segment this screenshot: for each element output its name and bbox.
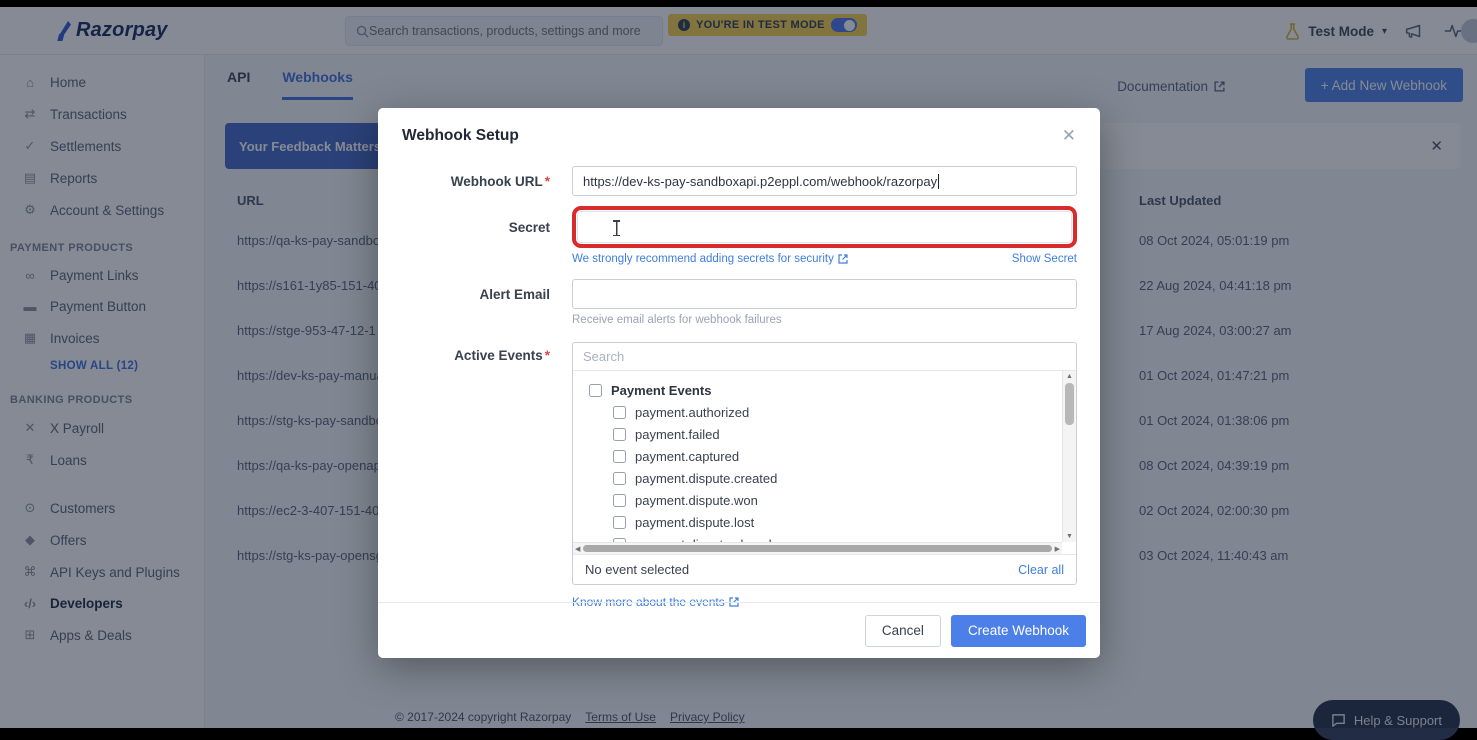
scroll-left-arrow[interactable]: ◀	[575, 545, 580, 553]
active-events-label: Active Events*	[378, 348, 550, 363]
event-item[interactable]: payment.captured	[589, 445, 1062, 467]
event-item[interactable]: payment.dispute.lost	[589, 511, 1062, 533]
event-label: payment.dispute.lost	[635, 515, 754, 530]
show-secret-link[interactable]: Show Secret	[1012, 253, 1077, 265]
ibeam-cursor	[612, 220, 621, 236]
secret-row: Secret	[378, 206, 1100, 248]
webhook-url-input[interactable]: https://dev-ks-pay-sandboxapi.p2eppl.com…	[572, 166, 1077, 196]
scroll-up-arrow[interactable]: ▲	[1063, 373, 1076, 380]
external-link-icon	[838, 254, 848, 264]
checkbox[interactable]	[613, 494, 626, 507]
required-mark: *	[545, 348, 550, 363]
required-mark: *	[545, 174, 550, 189]
scrollbar-thumb[interactable]	[583, 545, 1052, 552]
vertical-scrollbar[interactable]: ▲▼	[1062, 371, 1076, 542]
secret-label: Secret	[378, 220, 550, 235]
webhook-url-row: Webhook URL* https://dev-ks-pay-sandboxa…	[378, 166, 1100, 196]
secret-highlight-ring	[572, 206, 1077, 248]
secret-security-text: We strongly recommend adding secrets for…	[572, 253, 834, 265]
event-item[interactable]: payment.authorized	[589, 401, 1062, 423]
events-search-input[interactable]	[583, 349, 1066, 364]
event-item[interactable]: payment.dispute.closed	[589, 533, 1062, 542]
secret-security-link[interactable]: We strongly recommend adding secrets for…	[572, 253, 848, 265]
event-label: payment.authorized	[635, 405, 749, 420]
checkbox[interactable]	[589, 384, 602, 397]
close-icon[interactable]: ✕	[1062, 126, 1076, 146]
cancel-button[interactable]: Cancel	[865, 615, 941, 647]
alert-email-input[interactable]	[572, 279, 1077, 309]
alert-email-field[interactable]	[583, 287, 1066, 302]
scroll-right-arrow[interactable]: ▶	[1055, 545, 1060, 553]
webhook-url-value: https://dev-ks-pay-sandboxapi.p2eppl.com…	[583, 174, 937, 189]
checkbox[interactable]	[613, 516, 626, 529]
clear-all-link[interactable]: Clear all	[1018, 563, 1064, 577]
alert-email-helper: Receive email alerts for webhook failure…	[572, 314, 1077, 326]
active-events-row: Active Events* Payment Events payment.au…	[378, 342, 1100, 609]
events-picker: Payment Events payment.authorized paymen…	[572, 342, 1077, 585]
checkbox[interactable]	[613, 472, 626, 485]
event-group-label: Payment Events	[611, 383, 711, 398]
alert-email-helper-row: Receive email alerts for webhook failure…	[378, 309, 1100, 326]
horizontal-scrollbar[interactable]: ◀▶	[573, 542, 1062, 554]
create-webhook-button[interactable]: Create Webhook	[951, 615, 1086, 647]
event-group-payment-events[interactable]: Payment Events	[589, 379, 1062, 401]
events-status: No event selected	[585, 562, 689, 577]
scroll-down-arrow[interactable]: ▼	[1063, 533, 1076, 540]
event-label: payment.captured	[635, 449, 739, 464]
secret-input[interactable]	[577, 211, 1072, 243]
checkbox[interactable]	[613, 450, 626, 463]
events-search[interactable]	[573, 343, 1076, 371]
events-scroll-area: Payment Events payment.authorized paymen…	[573, 371, 1076, 554]
checkbox[interactable]	[613, 428, 626, 441]
event-label: payment.dispute.created	[635, 471, 777, 486]
events-list: Payment Events payment.authorized paymen…	[573, 371, 1062, 542]
event-item[interactable]: payment.dispute.created	[589, 467, 1062, 489]
scrollbar-thumb[interactable]	[1065, 383, 1074, 425]
alert-email-row: Alert Email	[378, 279, 1100, 309]
event-item[interactable]: payment.dispute.won	[589, 489, 1062, 511]
modal-header: Webhook Setup ✕	[378, 108, 1100, 160]
razorpay-dashboard: Razorpay i YOU'RE IN TEST MODE Test Mode…	[0, 7, 1477, 728]
checkbox[interactable]	[613, 406, 626, 419]
modal-footer: Cancel Create Webhook	[378, 602, 1100, 658]
event-item[interactable]: payment.failed	[589, 423, 1062, 445]
modal-title: Webhook Setup	[402, 127, 519, 145]
secret-hint-row: We strongly recommend adding secrets for…	[378, 248, 1100, 265]
event-label: payment.dispute.won	[635, 493, 758, 508]
event-label: payment.failed	[635, 427, 720, 442]
alert-email-label: Alert Email	[378, 287, 550, 302]
webhook-setup-modal: Webhook Setup ✕ Webhook URL* https://dev…	[378, 108, 1100, 658]
text-caret	[938, 174, 939, 189]
webhook-url-label: Webhook URL*	[378, 174, 550, 189]
events-footer: No event selected Clear all	[573, 554, 1076, 584]
